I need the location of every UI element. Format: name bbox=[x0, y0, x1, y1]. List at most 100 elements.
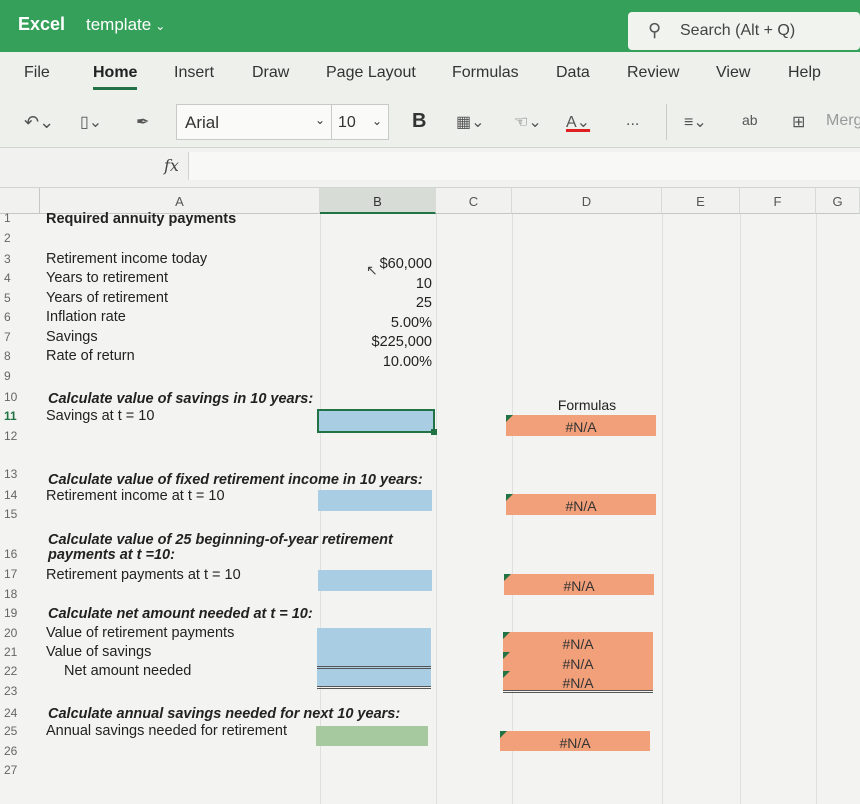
undo-icon[interactable]: ↶⌄ bbox=[24, 112, 54, 133]
input-label[interactable]: Years to retirement bbox=[46, 270, 168, 286]
formula-input[interactable] bbox=[188, 152, 860, 180]
row-header-8[interactable]: 8 bbox=[0, 349, 40, 363]
input-cell[interactable] bbox=[318, 490, 432, 511]
tab-formulas[interactable]: Formulas bbox=[452, 64, 519, 82]
row-label[interactable]: Retirement payments at t = 10 bbox=[46, 567, 241, 583]
fx-icon[interactable]: fx bbox=[164, 156, 179, 175]
column-header-g[interactable]: G bbox=[816, 188, 860, 214]
tab-draw[interactable]: Draw bbox=[252, 64, 289, 82]
input-value[interactable]: $225,000 bbox=[322, 334, 432, 350]
row-label[interactable]: Annual savings needed for retirement bbox=[46, 723, 287, 739]
input-value[interactable]: 5.00% bbox=[322, 315, 432, 331]
formulas-header[interactable]: Formulas bbox=[512, 397, 662, 413]
row-label[interactable]: Value of retirement payments bbox=[46, 625, 234, 641]
row-header-25[interactable]: 25 bbox=[0, 724, 40, 738]
column-header-b[interactable]: B bbox=[320, 188, 436, 214]
search-input[interactable]: ⚲ Search (Alt + Q) bbox=[628, 12, 860, 50]
input-value[interactable]: 10.00% bbox=[322, 354, 432, 370]
tab-page-layout[interactable]: Page Layout bbox=[326, 64, 416, 82]
row-header-6[interactable]: 6 bbox=[0, 310, 40, 324]
merge-icon[interactable]: ⊞ bbox=[792, 112, 805, 132]
row-header-3[interactable]: 3 bbox=[0, 252, 40, 266]
tab-insert[interactable]: Insert bbox=[174, 64, 214, 82]
sheet-title[interactable]: Required annuity payments bbox=[46, 211, 236, 227]
input-label[interactable]: Retirement income today bbox=[46, 251, 207, 267]
row-header-11[interactable]: 11 bbox=[0, 409, 40, 423]
section-heading[interactable]: Calculate value of 25 beginning-of-year … bbox=[48, 532, 393, 548]
input-label[interactable]: Savings bbox=[46, 329, 98, 345]
font-color-icon[interactable]: A⌄ bbox=[566, 112, 590, 132]
borders-icon[interactable]: ▦⌄ bbox=[456, 112, 485, 132]
row-label[interactable]: Savings at t = 10 bbox=[46, 408, 154, 424]
row-header-9[interactable]: 9 bbox=[0, 369, 40, 383]
row-label[interactable]: Net amount needed bbox=[64, 663, 191, 679]
row-header-1[interactable]: 1 bbox=[0, 211, 40, 225]
row-header-18[interactable]: 18 bbox=[0, 587, 40, 601]
input-cell[interactable] bbox=[317, 628, 431, 687]
section-heading[interactable]: payments at t =10: bbox=[48, 547, 175, 563]
input-cell[interactable] bbox=[318, 570, 432, 591]
formula-result-cell[interactable]: #N/A bbox=[503, 671, 653, 691]
tab-file[interactable]: File bbox=[24, 64, 50, 82]
font-size-select[interactable]: 10 ⌄ bbox=[331, 104, 389, 140]
align-icon[interactable]: ≡⌄ bbox=[684, 112, 707, 132]
section-heading[interactable]: Calculate value of savings in 10 years: bbox=[48, 391, 313, 407]
more-options[interactable]: ... bbox=[626, 112, 639, 130]
row-header-22[interactable]: 22 bbox=[0, 664, 40, 678]
merge-label[interactable]: Merg bbox=[826, 112, 860, 130]
column-header-e[interactable]: E bbox=[662, 188, 740, 214]
row-header-5[interactable]: 5 bbox=[0, 291, 40, 305]
input-value[interactable]: 25 bbox=[322, 295, 432, 311]
row-header-12[interactable]: 12 bbox=[0, 429, 40, 443]
tab-data[interactable]: Data bbox=[556, 64, 590, 82]
input-label[interactable]: Years of retirement bbox=[46, 290, 168, 306]
tab-help[interactable]: Help bbox=[788, 64, 821, 82]
tab-view[interactable]: View bbox=[716, 64, 750, 82]
input-label[interactable]: Inflation rate bbox=[46, 309, 126, 325]
row-header-20[interactable]: 20 bbox=[0, 626, 40, 640]
formula-result-cell[interactable]: #N/A bbox=[506, 494, 656, 515]
fill-handle[interactable] bbox=[431, 429, 437, 435]
wrap-text-icon[interactable]: ab bbox=[742, 112, 758, 128]
formula-result-cell[interactable]: #N/A bbox=[503, 632, 653, 652]
column-header-d[interactable]: D bbox=[512, 188, 662, 214]
row-header-26[interactable]: 26 bbox=[0, 744, 40, 758]
row-header-16[interactable]: 16 bbox=[0, 547, 40, 561]
answer-cell[interactable] bbox=[316, 726, 428, 746]
row-header-23[interactable]: 23 bbox=[0, 684, 40, 698]
row-header-15[interactable]: 15 bbox=[0, 507, 40, 521]
app-name[interactable]: Excel bbox=[18, 14, 65, 35]
row-header-17[interactable]: 17 bbox=[0, 567, 40, 581]
row-header-4[interactable]: 4 bbox=[0, 271, 40, 285]
row-header-2[interactable]: 2 bbox=[0, 231, 40, 245]
row-header-24[interactable]: 24 bbox=[0, 706, 40, 720]
row-header-14[interactable]: 14 bbox=[0, 488, 40, 502]
column-header-f[interactable]: F bbox=[740, 188, 816, 214]
tab-home[interactable]: Home bbox=[93, 64, 138, 90]
formula-result-cell[interactable]: #N/A bbox=[506, 415, 656, 436]
row-label[interactable]: Value of savings bbox=[46, 644, 151, 660]
formula-result-cell[interactable]: #N/A bbox=[504, 574, 654, 595]
row-header-27[interactable]: 27 bbox=[0, 763, 40, 777]
row-header-13[interactable]: 13 bbox=[0, 467, 40, 481]
tab-review[interactable]: Review bbox=[627, 64, 679, 82]
section-heading[interactable]: Calculate value of fixed retirement inco… bbox=[48, 472, 423, 488]
bold-button[interactable]: B bbox=[412, 110, 426, 133]
section-heading[interactable]: Calculate net amount needed at t = 10: bbox=[48, 606, 313, 622]
selected-cell[interactable] bbox=[317, 409, 435, 433]
column-header-c[interactable]: C bbox=[436, 188, 512, 214]
row-header-10[interactable]: 10 bbox=[0, 390, 40, 404]
fill-color-icon[interactable]: ☜⌄ bbox=[514, 112, 542, 132]
row-header-21[interactable]: 21 bbox=[0, 645, 40, 659]
input-label[interactable]: Rate of return bbox=[46, 348, 135, 364]
format-painter-icon[interactable]: ✒ bbox=[136, 112, 149, 132]
row-label[interactable]: Retirement income at t = 10 bbox=[46, 488, 225, 504]
formula-result-cell[interactable]: #N/A bbox=[503, 652, 653, 672]
formula-result-cell[interactable]: #N/A bbox=[500, 731, 650, 751]
row-header-19[interactable]: 19 bbox=[0, 606, 40, 620]
section-heading[interactable]: Calculate annual savings needed for next… bbox=[48, 706, 400, 722]
clipboard-icon[interactable]: ▯⌄ bbox=[80, 112, 102, 132]
font-family-select[interactable]: Arial ⌄ bbox=[176, 104, 332, 140]
document-name[interactable]: template ⌄ bbox=[86, 15, 165, 35]
row-header-7[interactable]: 7 bbox=[0, 330, 40, 344]
